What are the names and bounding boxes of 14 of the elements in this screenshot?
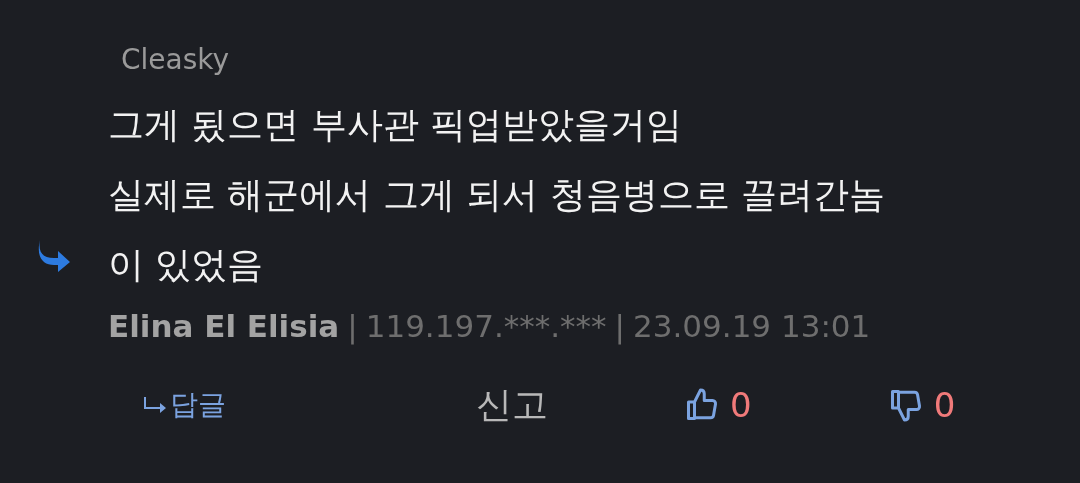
ip-address: 119.197.***.*** [365,308,607,344]
like-button[interactable]: 0 [684,385,752,425]
author-name: Elina El Elisia [108,308,340,344]
dislike-button[interactable]: 0 [887,385,956,425]
comment-text: 실제로 해군에서 그게 되서 청음병으로 끌려간놈 [108,173,887,217]
report-button[interactable]: 신고 [476,380,548,430]
reply-arrow-icon [144,396,168,414]
separator: | [614,308,626,344]
separator: | [347,308,358,344]
reply-to-name: Cleasky [121,42,231,78]
reply-button[interactable]: 답글 [144,386,226,424]
comment-date: 23.09.19 13:01 [633,308,871,344]
comment-text: 이 있었음 [108,243,265,287]
comment-text: 그게 됬으면 부사관 픽업받았을거임 [108,103,684,147]
